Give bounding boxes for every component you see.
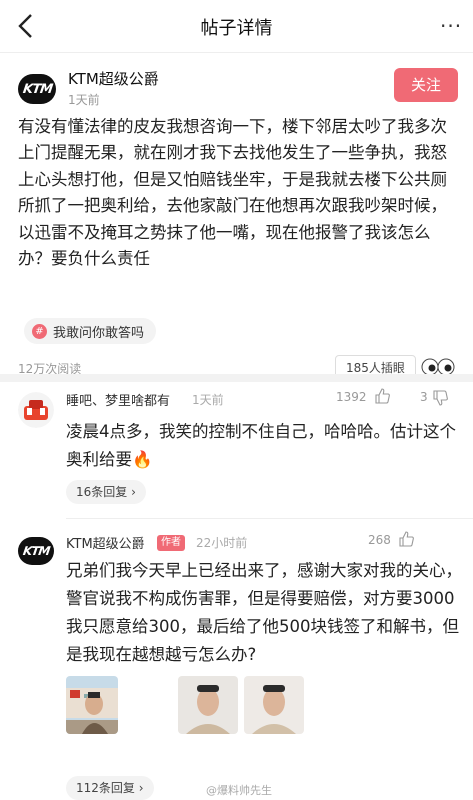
author-badge: 作者 (157, 535, 185, 551)
commenter-avatar[interactable]: KTM (18, 537, 54, 565)
page-title: 帖子详情 (200, 18, 273, 39)
comment-author[interactable]: KTM超级公爵 (66, 533, 145, 552)
comment-time: 1天前 (192, 393, 224, 407)
avatar-logo-text: KTM (21, 81, 53, 97)
post-body: 有没有懂法律的皮友我想咨询一下，楼下邻居太吵了我多次上门提醒无果，就在刚才我下去… (18, 117, 447, 269)
like-count: 1392 (336, 390, 367, 404)
thumbs-down-icon[interactable] (432, 390, 448, 406)
thumbs-up-icon[interactable] (398, 531, 414, 547)
thumbs-up-icon[interactable] (374, 388, 390, 404)
follow-button[interactable]: 关注 (394, 68, 458, 102)
hashtag-icon: # (32, 323, 47, 339)
like-count: 268 (368, 533, 391, 547)
post-time: 1天前 (68, 93, 100, 107)
watermark: @爆料帅先生 (206, 784, 272, 797)
avatar-logo-text: KTM (21, 544, 51, 558)
comment-divider (66, 518, 473, 519)
view-replies-button[interactable]: 16条回复 › (66, 480, 146, 504)
author-avatar[interactable]: KTM (18, 74, 56, 104)
commenter-avatar[interactable] (18, 392, 54, 428)
post-author[interactable]: KTM超级公爵 (68, 68, 159, 89)
comment-text: 兄弟们我今天早上已经出来了，感谢大家对我的关心，警官说我不构成伤害罪，但是得要赔… (66, 561, 462, 664)
view-replies-button[interactable]: 112条回复 › (66, 776, 154, 800)
dislike-count: 3 (420, 390, 428, 404)
comment-photo[interactable] (178, 676, 238, 734)
post-tag[interactable]: # 我敢问你敢答吗 (24, 318, 157, 344)
post-tag-label: 我敢问你敢答吗 (53, 325, 145, 341)
comment-text: 凌晨4点多，我笑的控制不住自己，哈哈哈。估计这个奥利给要🔥 (66, 422, 456, 469)
comment-photo[interactable] (244, 676, 304, 734)
comment-author[interactable]: 睡吧、梦里啥都有 (66, 390, 170, 409)
section-divider (0, 374, 473, 382)
more-icon[interactable]: ··· (440, 14, 462, 38)
top-bar: 帖子详情 ··· (0, 0, 473, 52)
header-divider (0, 52, 473, 53)
comment-time: 22小时前 (196, 536, 248, 550)
comment-photo[interactable] (66, 676, 118, 734)
